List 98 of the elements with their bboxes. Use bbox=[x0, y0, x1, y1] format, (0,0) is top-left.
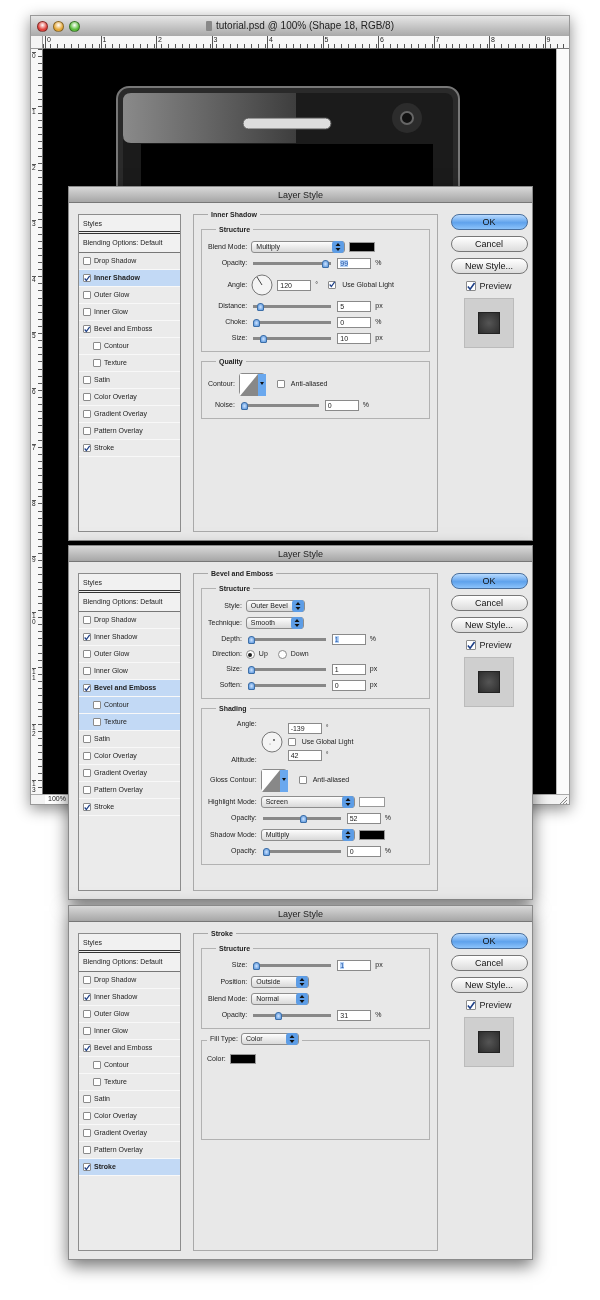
checkbox-label: Preview bbox=[479, 1000, 512, 1011]
checkbox[interactable] bbox=[83, 752, 91, 760]
checkbox[interactable] bbox=[83, 325, 91, 333]
checkbox[interactable] bbox=[93, 718, 101, 726]
dialog-button[interactable]: New Style... bbox=[450, 977, 528, 993]
checkbox[interactable] bbox=[83, 735, 91, 743]
slider-thumb[interactable] bbox=[260, 334, 268, 343]
checkbox[interactable] bbox=[83, 1095, 91, 1103]
checkbox[interactable] bbox=[83, 410, 91, 418]
dialog-button[interactable]: Cancel bbox=[450, 236, 528, 252]
dialog-button[interactable]: Cancel bbox=[450, 595, 528, 611]
checkbox[interactable] bbox=[83, 1027, 91, 1035]
checkbox[interactable] bbox=[93, 701, 101, 709]
color-swatch[interactable] bbox=[349, 242, 376, 252]
checkbox[interactable] bbox=[93, 1078, 101, 1086]
zoom-button[interactable] bbox=[69, 20, 80, 32]
minimize-button[interactable] bbox=[53, 20, 64, 32]
contour-picker[interactable] bbox=[260, 769, 287, 791]
checkbox[interactable] bbox=[466, 1000, 477, 1011]
checkbox[interactable] bbox=[298, 776, 307, 784]
slider-thumb[interactable] bbox=[262, 847, 270, 856]
checkbox[interactable] bbox=[83, 616, 91, 624]
preview-thumbnail bbox=[464, 1016, 514, 1067]
checkbox[interactable] bbox=[83, 444, 91, 452]
checkbox[interactable] bbox=[83, 650, 91, 658]
checkbox[interactable] bbox=[83, 667, 91, 675]
dialog-button[interactable]: OK bbox=[450, 933, 528, 949]
dialog-button[interactable]: New Style... bbox=[450, 258, 528, 274]
checkbox[interactable] bbox=[83, 291, 91, 299]
resize-grip-icon[interactable] bbox=[559, 795, 567, 804]
dialog-button[interactable]: Cancel bbox=[450, 955, 528, 971]
stepper-icon bbox=[332, 241, 345, 253]
slider-thumb[interactable] bbox=[274, 1011, 282, 1020]
dialog-button[interactable]: New Style... bbox=[450, 617, 528, 633]
radio-button[interactable] bbox=[245, 650, 255, 659]
checkbox[interactable] bbox=[466, 281, 477, 292]
checkbox[interactable] bbox=[83, 1129, 91, 1137]
angle-dial[interactable] bbox=[251, 274, 274, 296]
checkbox-label: Preview bbox=[479, 281, 512, 292]
checkbox[interactable] bbox=[83, 993, 91, 1001]
checkbox[interactable] bbox=[83, 786, 91, 794]
preview-thumbnail bbox=[464, 656, 514, 707]
scrollbar[interactable] bbox=[556, 49, 569, 794]
slider-thumb[interactable] bbox=[247, 635, 255, 644]
checkbox[interactable] bbox=[83, 684, 91, 692]
checkbox[interactable] bbox=[83, 376, 91, 384]
checkbox[interactable] bbox=[83, 1044, 91, 1052]
checkbox-label: Preview bbox=[479, 640, 512, 651]
checkbox[interactable] bbox=[83, 1163, 91, 1171]
dialog-button[interactable]: OK bbox=[450, 573, 528, 589]
checkbox[interactable] bbox=[287, 738, 296, 746]
checkbox[interactable] bbox=[83, 1112, 91, 1120]
stepper-icon bbox=[341, 796, 354, 808]
window-title: tutorial.psd @ 100% (Shape 18, RGB/8) bbox=[216, 20, 394, 32]
checkbox[interactable] bbox=[83, 803, 91, 811]
stepper-icon bbox=[291, 600, 304, 612]
stepper-icon bbox=[296, 993, 309, 1005]
slider-thumb[interactable] bbox=[322, 259, 330, 268]
color-swatch[interactable] bbox=[229, 1054, 256, 1064]
stepper-icon bbox=[341, 829, 354, 841]
checkbox[interactable] bbox=[83, 257, 91, 265]
document-icon bbox=[206, 21, 212, 31]
dialog-title: Layer Style bbox=[69, 546, 532, 562]
slider-thumb[interactable] bbox=[247, 681, 255, 690]
close-button[interactable] bbox=[37, 20, 48, 32]
checkbox[interactable] bbox=[83, 308, 91, 316]
preview-thumbnail bbox=[464, 297, 514, 348]
checkbox[interactable] bbox=[93, 1061, 101, 1069]
stepper-icon bbox=[285, 1033, 298, 1045]
slider-thumb[interactable] bbox=[240, 401, 248, 410]
stepper-icon bbox=[296, 976, 309, 988]
checkbox[interactable] bbox=[83, 633, 91, 641]
checkbox[interactable] bbox=[83, 393, 91, 401]
slider-thumb[interactable] bbox=[253, 318, 261, 327]
color-swatch[interactable] bbox=[358, 797, 385, 807]
checkbox[interactable] bbox=[466, 640, 477, 651]
slider-thumb[interactable] bbox=[247, 665, 255, 674]
checkbox[interactable] bbox=[83, 1146, 91, 1154]
checkbox[interactable] bbox=[93, 342, 101, 350]
dialog-button[interactable]: OK bbox=[450, 214, 528, 230]
angle-dial[interactable] bbox=[260, 731, 283, 753]
slider-thumb[interactable] bbox=[253, 961, 261, 970]
checkbox[interactable] bbox=[83, 769, 91, 777]
dialog-title: Layer Style bbox=[69, 187, 532, 203]
slider-thumb[interactable] bbox=[256, 302, 264, 311]
radio-button[interactable] bbox=[277, 650, 287, 659]
checkbox[interactable] bbox=[93, 359, 101, 367]
checkbox[interactable] bbox=[276, 380, 285, 388]
checkbox[interactable] bbox=[83, 976, 91, 984]
checkbox[interactable] bbox=[328, 281, 337, 289]
dialog-title: Layer Style bbox=[69, 906, 532, 922]
slider-thumb[interactable] bbox=[299, 814, 307, 823]
contour-picker[interactable] bbox=[238, 373, 265, 395]
checkbox[interactable] bbox=[83, 1010, 91, 1018]
stepper-icon bbox=[290, 617, 303, 629]
checkbox[interactable] bbox=[83, 427, 91, 435]
color-swatch[interactable] bbox=[358, 830, 385, 840]
checkbox[interactable] bbox=[83, 274, 91, 282]
